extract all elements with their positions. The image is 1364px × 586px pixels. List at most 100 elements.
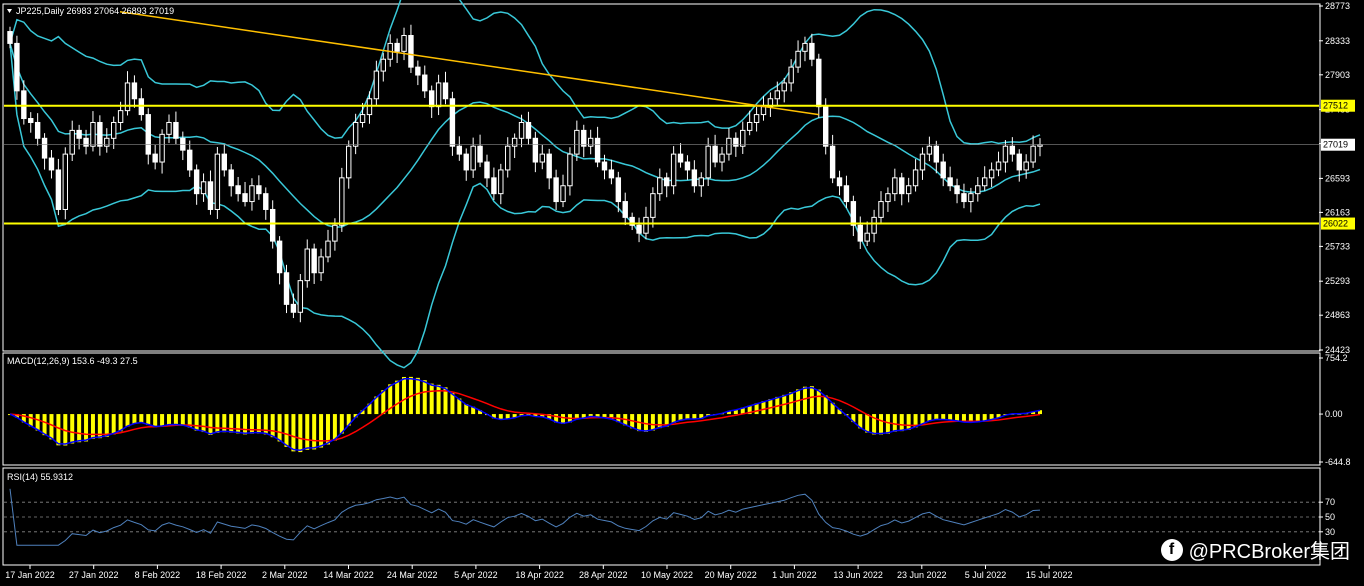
x-tick-label: 28 Apr 2022 (579, 570, 628, 580)
macd-histogram-bar (879, 414, 884, 435)
bear-candle (290, 303, 297, 313)
bull-candle (746, 121, 753, 131)
x-tick-label: 14 Mar 2022 (323, 570, 374, 580)
bear-candle (622, 201, 628, 218)
bull-candle (104, 137, 110, 147)
bull-candle (968, 193, 974, 203)
bear-candle (691, 169, 698, 187)
macd-histogram-bar (208, 414, 213, 435)
chart-title: JP225,Daily 26983 27064 26893 27019 (16, 6, 174, 16)
y-tick-label: 25293 (1325, 276, 1350, 286)
bull-candle (470, 145, 476, 171)
macd-histogram-bar (153, 414, 158, 428)
bear-candle (34, 121, 41, 139)
bull-candle (650, 193, 656, 218)
facebook-icon: f (1160, 538, 1183, 561)
bull-candle (325, 240, 331, 258)
bear-candle (594, 137, 601, 163)
macd-histogram-bar (270, 414, 275, 438)
bull-candle (346, 145, 352, 179)
bull-candle (995, 161, 1002, 171)
macd-histogram-bar (49, 414, 54, 440)
bear-candle (1016, 153, 1022, 171)
bear-candle (553, 177, 559, 203)
bull-candle (498, 169, 504, 195)
bear-candle (41, 137, 48, 159)
bull-candle (657, 177, 663, 195)
macd-histogram-bar (402, 376, 407, 415)
macd-histogram-bar (802, 386, 807, 415)
bear-candle (7, 31, 13, 44)
macd-histogram-bar (429, 383, 434, 415)
macd-histogram-bar (885, 414, 890, 434)
bull-candle (988, 169, 995, 179)
rsi-label: RSI(14) 55.9312 (7, 472, 73, 482)
bull-candle (643, 216, 649, 234)
bull-candle (726, 137, 732, 155)
macd-histogram-bar (809, 386, 814, 415)
bull-candle (1030, 145, 1036, 163)
bull-candle (539, 153, 545, 163)
bear-candle (221, 153, 227, 171)
bear-candle (857, 224, 863, 242)
bull-candle (705, 145, 711, 179)
bear-candle (1009, 145, 1016, 155)
bear-candle (131, 82, 138, 100)
bear-candle (207, 181, 214, 210)
rsi-tick-label: 50 (1325, 512, 1335, 522)
bull-candle (919, 153, 926, 171)
bear-candle (491, 177, 497, 195)
y-tick-label: 26593 (1325, 173, 1350, 183)
macd-histogram-bar (139, 414, 144, 423)
bear-candle (228, 169, 234, 187)
macd-histogram-bar (291, 414, 296, 452)
macd-histogram-bar (422, 380, 427, 415)
macd-histogram-bar (70, 414, 75, 444)
bear-candle (180, 137, 186, 151)
bull-candle (159, 133, 165, 163)
macd-histogram-bar (236, 414, 241, 434)
bear-candle (954, 185, 960, 195)
macd-histogram-bar (201, 414, 206, 433)
bull-candle (567, 153, 573, 187)
bull-candle (380, 58, 386, 72)
bull-candle (560, 185, 566, 203)
bull-candle (981, 177, 988, 187)
bear-candle (532, 137, 539, 163)
bear-candle (193, 169, 200, 195)
macd-histogram-bar (305, 414, 310, 450)
macd-histogram-bar (277, 414, 282, 442)
bull-candle (670, 153, 677, 187)
bear-candle (283, 272, 290, 305)
y-tick-label: 28333 (1325, 36, 1350, 46)
bear-candle (145, 114, 151, 155)
bear-candle (415, 66, 421, 76)
bear-candle (428, 90, 435, 108)
bull-candle (774, 90, 781, 100)
bear-candle (256, 185, 262, 195)
watermark-text: @PRCBroker集团 (1188, 541, 1350, 563)
bear-candle (581, 129, 587, 147)
x-tick-label: 10 May 2022 (641, 570, 693, 580)
bear-candle (601, 161, 608, 171)
macd-histogram-bar (229, 414, 234, 433)
bear-candle (961, 193, 967, 203)
macd-tick-label: 754.2 (1325, 353, 1348, 363)
macd-histogram-bar (450, 393, 455, 415)
macd-histogram-bar (111, 414, 116, 435)
current-price-label: 27019 (1323, 140, 1348, 150)
y-tick-label: 24863 (1325, 310, 1350, 320)
macd-tick-label: -644.8 (1325, 457, 1351, 467)
bear-candle (28, 118, 34, 123)
bull-candle (359, 114, 366, 123)
bear-candle (442, 82, 449, 100)
bull-candle (1023, 161, 1029, 171)
bull-candle (760, 106, 767, 116)
bull-candle (795, 50, 801, 68)
bear-candle (899, 177, 905, 195)
macd-histogram-bar (77, 414, 82, 443)
macd-histogram-bar (215, 414, 220, 433)
rsi-tick-label: 70 (1325, 497, 1335, 507)
macd-histogram-bar (56, 414, 61, 446)
bull-candle (518, 121, 525, 139)
